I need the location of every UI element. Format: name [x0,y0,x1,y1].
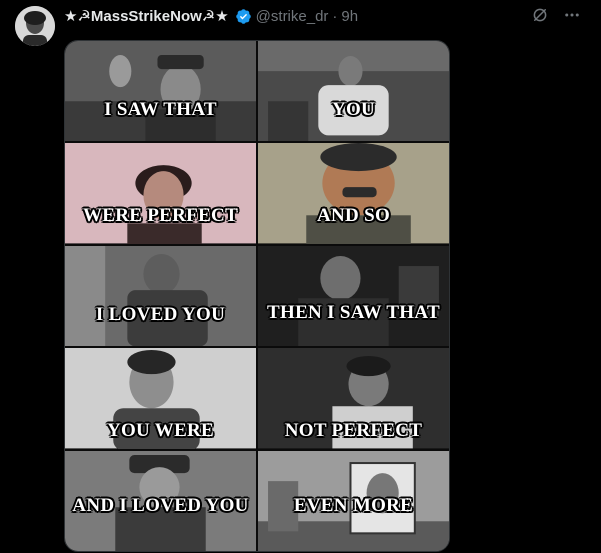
panel-photo [65,245,256,347]
panel-photo [65,450,256,551]
meme-panel-5: I LOVED YOU [65,245,256,347]
panel-photo [258,143,449,244]
panel-photo [258,245,449,347]
meme-panel-10: EVEN MORE [258,450,449,551]
header-actions [531,6,581,24]
tweet-header: ★☭MassStrikeNow☭★ @strike_dr · 9h [64,6,358,26]
separator-dot: · [332,7,338,25]
panel-photo [258,41,449,142]
user-handle[interactable]: @strike_dr [256,8,329,25]
meme-panel-6: THEN I SAW THAT [258,245,449,347]
panel-photo [65,41,256,142]
more-icon[interactable] [563,6,581,24]
meme-panel-4: AND SO [258,143,449,244]
grok-icon[interactable] [531,6,549,24]
timestamp[interactable]: 9h [341,8,358,25]
display-name[interactable]: ★☭MassStrikeNow☭★ [64,7,229,25]
tweet: ★☭MassStrikeNow☭★ @strike_dr · 9h I SAW … [0,0,601,553]
meme-panel-8: NOT PERFECT [258,348,449,449]
meme-panel-9: AND I LOVED YOU [65,450,256,551]
meme-panel-7: YOU WERE [65,348,256,449]
avatar-image [15,6,55,46]
panel-photo [258,348,449,449]
meme-panel-1: I SAW THAT [65,41,256,142]
panel-photo [65,348,256,449]
panel-photo [65,143,256,244]
meme-image[interactable]: I SAW THAT YOU WERE PERFECT AND SO I LOV… [64,40,450,552]
avatar[interactable] [15,6,55,46]
panel-photo [258,450,449,551]
meme-panel-3: WERE PERFECT [65,143,256,244]
verified-badge-icon [235,8,252,25]
meme-panel-2: YOU [258,41,449,142]
meme-grid: I SAW THAT YOU WERE PERFECT AND SO I LOV… [65,41,449,551]
